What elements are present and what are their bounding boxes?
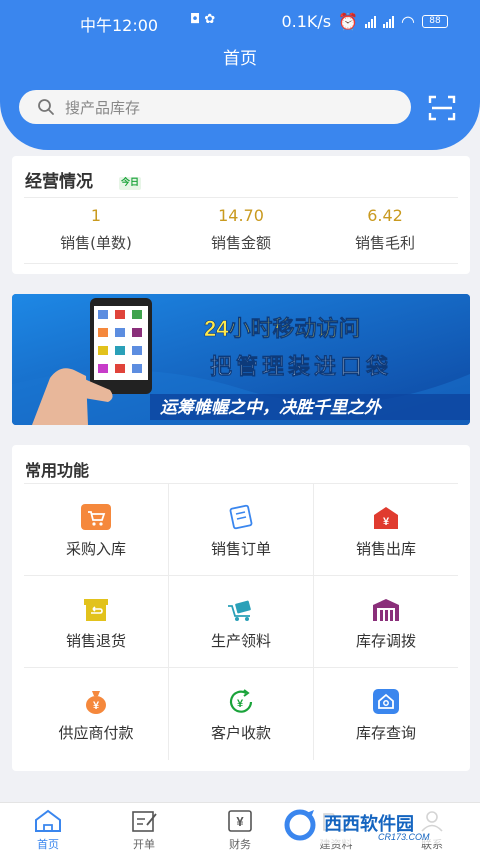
stat-orders[interactable]: 1 销售(单数) (21, 206, 171, 253)
alarm-icon: ⏰ (338, 12, 359, 31)
func-label: 销售退货 (65, 632, 126, 650)
func-purchase-inbound[interactable]: 采购入库 (24, 484, 169, 575)
stat-sales-amount[interactable]: 14.70 销售金额 (166, 206, 316, 253)
svg-text:¥: ¥ (236, 814, 244, 829)
edit-icon (132, 811, 157, 832)
stat-label: 销售毛利 (354, 234, 415, 252)
stat-label: 销售金额 (210, 234, 271, 252)
watermark-logo: 西西软件园 CR173.COM (282, 806, 460, 844)
stat-value: 14.70 (218, 206, 264, 225)
money-bag-icon: ¥ (86, 691, 106, 714)
svg-text:¥: ¥ (383, 516, 390, 528)
divider (24, 197, 458, 198)
outbound-icon: ¥ (374, 507, 398, 529)
func-stock-transfer[interactable]: 库存调拨 (314, 576, 458, 667)
tab-create-order[interactable]: 开单 (96, 803, 192, 853)
func-sales-return[interactable]: 销售退货 (24, 576, 169, 667)
watermark-name: 西西软件园 (324, 813, 414, 834)
tab-label: 首页 (37, 838, 59, 851)
business-title: 经营情况 (25, 172, 93, 192)
grid-row: 销售退货 生产领料 库存调拨 (24, 576, 458, 668)
wifi-icon: ◠ (401, 12, 415, 31)
signal-icon (365, 15, 377, 28)
receive-money-icon: ¥ (229, 689, 253, 713)
search-icon (38, 99, 54, 115)
svg-text:¥: ¥ (93, 700, 100, 712)
cart-truck-icon (228, 600, 251, 621)
func-label: 供应商付款 (58, 724, 134, 742)
func-sales-order[interactable]: 销售订单 (169, 484, 314, 575)
battery-icon: 88 (422, 15, 448, 28)
notification-icons: ◘ ✿ (190, 12, 216, 27)
func-supplier-payment[interactable]: ¥ 供应商付款 (24, 668, 169, 760)
scan-icon[interactable] (428, 95, 456, 121)
tab-finance[interactable]: ¥ 财务 (192, 803, 288, 853)
func-stock-query[interactable]: 库存查询 (314, 668, 458, 760)
today-badge: 今日 (119, 177, 142, 190)
status-bar: 中午12:00 ◘ ✿ 0.1K/s ⏰ ◠ 88 (0, 10, 480, 35)
cart-icon (81, 504, 111, 530)
func-label: 生产领料 (210, 632, 271, 650)
banner-graphic: 24小时移动访问 把管理装进口袋 运筹帷幄之中，决胜千里之外 (12, 294, 470, 425)
stat-value: 1 (90, 206, 102, 225)
stat-label: 销售(单数) (60, 234, 132, 252)
top-header: 中午12:00 ◘ ✿ 0.1K/s ⏰ ◠ 88 首页 搜产品库存 (0, 0, 480, 150)
func-label: 采购入库 (65, 540, 126, 558)
stat-value: 6.42 (367, 206, 403, 225)
stock-query-icon (373, 689, 399, 714)
yen-icon: ¥ (228, 810, 252, 832)
net-speed: 0.1K/s (281, 12, 332, 31)
business-summary-card: 经营情况 今日 1 销售(单数) 14.70 销售金额 6.42 销售毛利 (12, 156, 470, 274)
banner-slogan: 运筹帷幄之中，决胜千里之外 (160, 398, 383, 417)
page-title: 首页 (223, 49, 257, 69)
signal-icon-2 (383, 15, 395, 28)
func-label: 销售订单 (210, 540, 271, 558)
func-label: 库存调拨 (355, 632, 416, 650)
functions-title: 常用功能 (25, 461, 90, 480)
func-label: 客户收款 (210, 724, 271, 742)
func-label: 销售出库 (355, 540, 416, 558)
warehouse-icon (373, 599, 399, 621)
tab-label: 开单 (133, 838, 155, 851)
func-customer-receipt[interactable]: ¥ 客户收款 (169, 668, 314, 760)
stat-gross-profit[interactable]: 6.42 销售毛利 (310, 206, 460, 253)
promo-banner[interactable]: 24小时移动访问 把管理装进口袋 运筹帷幄之中，决胜千里之外 (12, 294, 470, 425)
return-icon (84, 599, 108, 621)
home-icon (35, 809, 61, 832)
divider (24, 263, 458, 264)
search-placeholder: 搜产品库存 (65, 98, 141, 117)
grid-row: 采购入库 销售订单 ¥ 销售出库 (24, 484, 458, 576)
watermark-url: CR173.COM (378, 832, 430, 842)
search-input[interactable]: 搜产品库存 (19, 90, 411, 124)
grid-row: ¥ 供应商付款 ¥ 客户收款 库存查询 (24, 668, 458, 760)
tab-home[interactable]: 首页 (0, 803, 96, 853)
order-icon (229, 504, 253, 530)
svg-text:¥: ¥ (237, 698, 244, 710)
status-time: 中午12:00 (80, 16, 159, 35)
banner-subline: 把管理装进口袋 (210, 354, 392, 379)
func-label: 库存查询 (355, 724, 416, 742)
func-sales-outbound[interactable]: ¥ 销售出库 (314, 484, 458, 575)
func-production-picking[interactable]: 生产领料 (169, 576, 314, 667)
banner-headline: 24小时移动访问 (204, 316, 360, 341)
function-grid: 采购入库 销售订单 ¥ 销售出库 销售退货 生产领料 库存调拨 ¥ 供应商付款 … (24, 483, 458, 760)
status-right: 0.1K/s ⏰ ◠ 88 (281, 12, 448, 31)
common-functions-card: 常用功能 采购入库 销售订单 ¥ 销售出库 销售退货 生产领料 库存调拨 ¥ 供… (12, 445, 470, 771)
tab-label: 财务 (229, 838, 251, 851)
